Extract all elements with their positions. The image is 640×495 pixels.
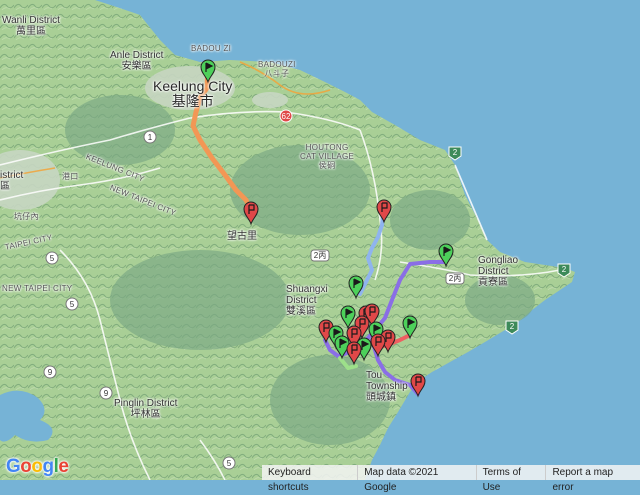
label-badouzi-2: BADOUZI 八斗子 bbox=[258, 60, 296, 78]
svg-text:2丙: 2丙 bbox=[449, 274, 461, 283]
svg-text:2: 2 bbox=[510, 322, 515, 331]
label-keelung: Keelung City 基隆市 bbox=[153, 78, 233, 109]
map-footer: Keyboard shortcuts Map data ©2021 Google… bbox=[262, 465, 640, 493]
shield-62: 62 bbox=[279, 109, 293, 123]
shield-9-a: 9 bbox=[43, 365, 57, 379]
label-wanli: Wanli District 萬里區 bbox=[2, 15, 60, 37]
label-shuangxi: Shuangxi District 雙溪區 bbox=[286, 284, 328, 317]
label-gongliao: Gongliao District 貢寮區 bbox=[478, 255, 519, 288]
label-anle: Anle District 安樂區 bbox=[110, 50, 164, 72]
shield-5-a: 5 bbox=[45, 251, 59, 265]
label-shih-district: istrict 區 bbox=[0, 170, 24, 192]
svg-text:5: 5 bbox=[70, 300, 75, 309]
label-wanggu: 望古里 bbox=[227, 231, 257, 242]
map-data-attribution: Map data ©2021 Google bbox=[357, 465, 475, 493]
report-map-error-link[interactable]: Report a map error bbox=[545, 465, 640, 493]
shield-5-c: 5 bbox=[222, 456, 236, 470]
svg-text:2: 2 bbox=[453, 148, 458, 157]
shield-5-b: 5 bbox=[65, 297, 79, 311]
label-kengzinei: 坑仔內 bbox=[14, 212, 39, 221]
label-toucheng: Tou Township 頭城鎮 bbox=[366, 370, 408, 403]
svg-text:5: 5 bbox=[227, 459, 232, 468]
shield-1: 1 bbox=[143, 130, 157, 144]
label-badouzi-1: BADOU ZI bbox=[191, 44, 232, 53]
label-gangkou: 港口 bbox=[62, 172, 79, 181]
svg-text:5: 5 bbox=[50, 254, 55, 263]
keyboard-shortcuts-link[interactable]: Keyboard shortcuts bbox=[262, 465, 357, 493]
svg-text:1: 1 bbox=[148, 133, 153, 142]
shield-2bing-b: 2丙 bbox=[445, 272, 465, 285]
map-canvas[interactable]: 62 2 2 2 1 5 5 5 9 9 2丙 2丙 bbox=[0, 0, 640, 480]
shield-9-b: 9 bbox=[99, 386, 113, 400]
svg-text:62: 62 bbox=[282, 112, 291, 121]
shield-2bing-a: 2丙 bbox=[310, 249, 330, 262]
label-pinglin: Pinglin District 坪林區 bbox=[114, 398, 178, 420]
google-logo: Google bbox=[6, 456, 69, 477]
label-new-taipei-city: NEW TAIPEI CITY bbox=[2, 284, 73, 293]
svg-text:9: 9 bbox=[48, 368, 53, 377]
svg-text:2: 2 bbox=[562, 265, 567, 274]
terms-of-use-link[interactable]: Terms of Use bbox=[475, 465, 546, 493]
svg-text:9: 9 bbox=[104, 389, 109, 398]
svg-text:2丙: 2丙 bbox=[314, 251, 326, 260]
label-houtong: HOUTONG CAT VILLAGE 侯硐 bbox=[300, 143, 355, 170]
